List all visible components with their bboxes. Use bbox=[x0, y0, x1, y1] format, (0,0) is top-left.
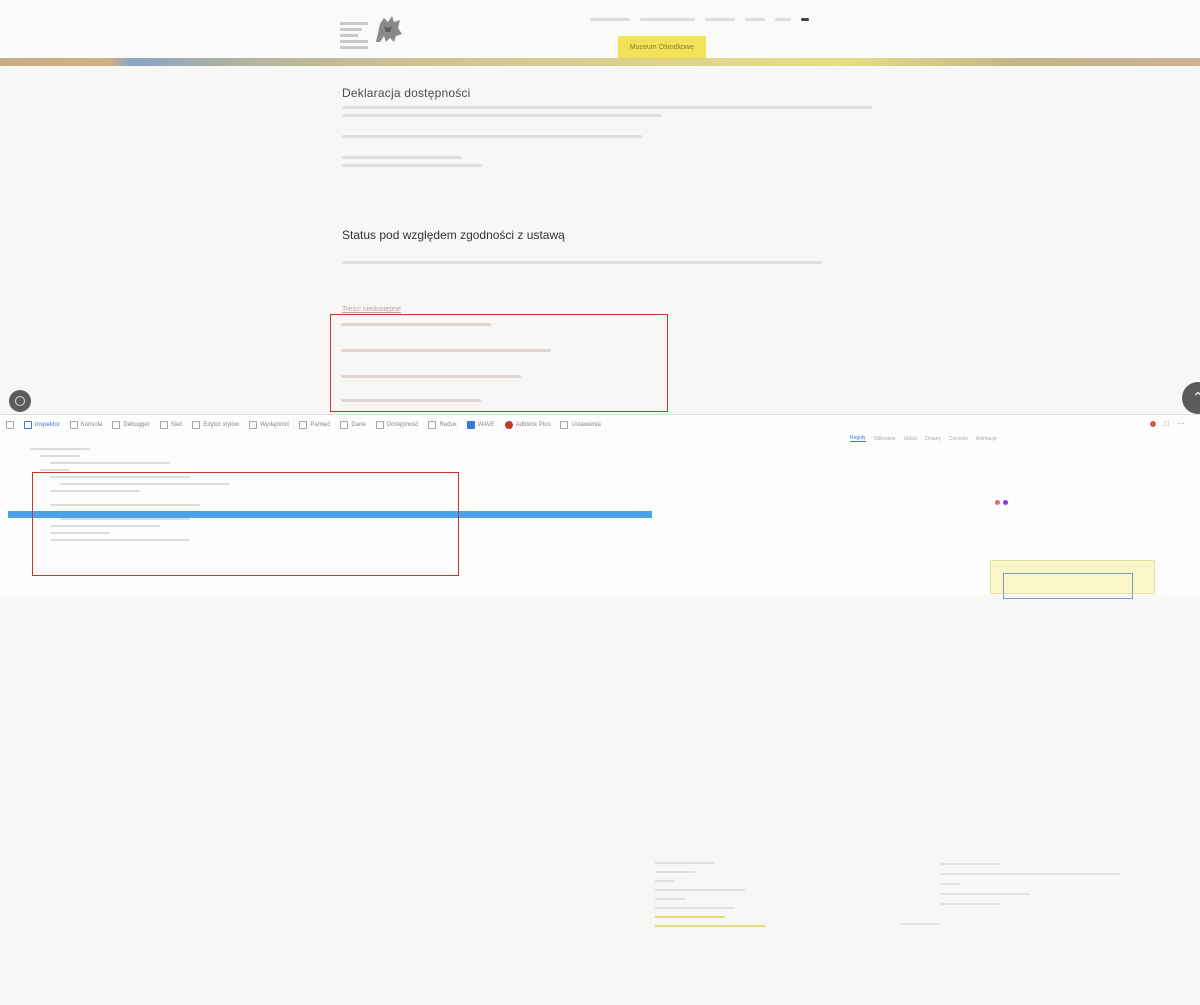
panel-tab-fonts[interactable]: Czcionki bbox=[949, 436, 968, 442]
page-title: Deklaracja dostępności bbox=[342, 86, 471, 100]
status-heading: Status pod względem zgodności z ustawą bbox=[342, 228, 565, 242]
tab-network[interactable]: Sieć bbox=[159, 421, 182, 429]
devtools-toolbar: Inspektor Konsola Debugger Sieć Edytor s… bbox=[6, 419, 601, 431]
paragraph-line bbox=[342, 135, 642, 138]
tab-storage[interactable]: Dane bbox=[340, 421, 366, 429]
list-item bbox=[341, 399, 481, 402]
date-line bbox=[342, 156, 462, 159]
tab-wave[interactable]: WAVE bbox=[466, 421, 495, 429]
picker-icon[interactable] bbox=[6, 421, 14, 429]
date-line bbox=[342, 164, 482, 167]
color-swatch-icon[interactable] bbox=[995, 500, 1000, 505]
main-nav: Muzeum Ośrodkowe bbox=[580, 36, 805, 59]
box-model-content bbox=[1003, 573, 1133, 599]
css-rules-panel bbox=[900, 855, 1190, 965]
inaccessible-content-link[interactable]: Treści niedostępne bbox=[342, 306, 401, 313]
panel-tab-rules[interactable]: Reguły bbox=[850, 435, 866, 442]
utility-link[interactable] bbox=[745, 17, 765, 21]
list-item bbox=[341, 323, 491, 326]
more-options-icon[interactable]: ⋯ bbox=[1177, 419, 1185, 428]
dom-properties-panel bbox=[655, 855, 845, 1005]
tab-style-editor[interactable]: Edytor stylów bbox=[192, 421, 239, 429]
header-utility-links bbox=[590, 14, 890, 24]
color-swatches bbox=[995, 500, 1008, 505]
color-swatch-icon[interactable] bbox=[1003, 500, 1008, 505]
list-item bbox=[341, 375, 521, 378]
paragraph-line bbox=[342, 106, 872, 109]
logo-lion-icon[interactable] bbox=[372, 12, 406, 51]
site-header: Muzeum Ośrodkowe bbox=[0, 0, 1200, 66]
contrast-icon[interactable] bbox=[801, 17, 809, 21]
nav-item-muzeum[interactable]: Muzeum Ośrodkowe bbox=[617, 36, 706, 59]
box-model-diagram bbox=[990, 560, 1155, 599]
panel-tab-layout[interactable]: Układ bbox=[904, 436, 917, 442]
nav-item-1[interactable] bbox=[580, 38, 604, 57]
utility-link[interactable] bbox=[590, 17, 630, 21]
status-paragraph bbox=[342, 256, 822, 269]
annotation-box-markup bbox=[32, 472, 459, 576]
panel-tab-changes[interactable]: Zmiany bbox=[925, 436, 941, 442]
tab-performance[interactable]: Wydajność bbox=[249, 421, 289, 429]
utility-link[interactable] bbox=[640, 17, 695, 21]
tab-memory[interactable]: Pamięć bbox=[299, 421, 330, 429]
tab-adblock[interactable]: Adblock Plus bbox=[504, 421, 550, 429]
accessibility-widget-icon[interactable] bbox=[9, 390, 31, 412]
scroll-to-top-button[interactable]: ⌃ bbox=[1182, 382, 1200, 414]
tab-debugger[interactable]: Debugger bbox=[112, 421, 150, 429]
tab-redux[interactable]: Redux bbox=[428, 421, 457, 429]
tab-inspector[interactable]: Inspektor bbox=[24, 421, 60, 429]
dock-icon[interactable]: □ bbox=[1164, 419, 1169, 428]
utility-link[interactable] bbox=[705, 17, 735, 21]
panel-tab-computed[interactable]: Obliczone bbox=[874, 436, 896, 442]
declaration-section: Deklaracja dostępności bbox=[342, 86, 902, 172]
list-item bbox=[341, 349, 551, 352]
devtools-window-controls: □ ⋯ bbox=[1150, 419, 1185, 428]
header-color-band bbox=[0, 58, 1200, 66]
utility-link[interactable] bbox=[775, 17, 791, 21]
tab-settings[interactable]: Ustawienia bbox=[560, 421, 601, 429]
logo-text-block bbox=[340, 22, 368, 52]
nav-item-4[interactable] bbox=[766, 38, 805, 57]
panel-tab-animations[interactable]: Animacje bbox=[976, 436, 997, 442]
nav-item-3[interactable] bbox=[720, 38, 752, 57]
tab-console[interactable]: Konsola bbox=[69, 421, 102, 429]
side-panel-tabs: Reguły Obliczone Układ Zmiany Czcionki A… bbox=[850, 435, 997, 442]
paragraph-line bbox=[342, 114, 662, 117]
error-count-icon[interactable] bbox=[1150, 420, 1156, 427]
annotation-box-content bbox=[330, 314, 668, 412]
tab-accessibility[interactable]: Dostępność bbox=[375, 421, 418, 429]
